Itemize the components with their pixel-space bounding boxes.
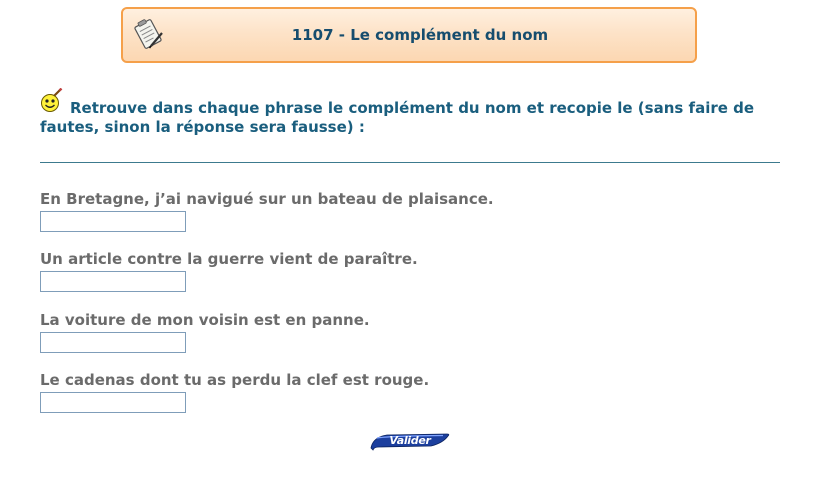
question-4: Le cadenas dont tu as perdu la clef est … xyxy=(40,371,429,413)
question-sentence: Le cadenas dont tu as perdu la clef est … xyxy=(40,371,430,389)
instruction-block: Retrouve dans chaque phrase le complémen… xyxy=(40,88,790,137)
question-3: La voiture de mon voisin est en panne. xyxy=(40,311,370,353)
validate-button[interactable]: Valider xyxy=(369,431,451,451)
instruction-text: Retrouve dans chaque phrase le complémen… xyxy=(40,99,755,136)
page-title: 1107 - Le complément du nom xyxy=(291,26,549,44)
answer-input-4[interactable] xyxy=(40,392,186,413)
question-sentence: En Bretagne, j’ai navigué sur un bateau … xyxy=(40,190,494,208)
question-2: Un article contre la guerre vient de par… xyxy=(40,250,418,292)
validate-label: Valider xyxy=(389,434,431,447)
answer-input-2[interactable] xyxy=(40,271,186,292)
smiley-pencil-icon xyxy=(41,88,63,112)
answer-input-1[interactable] xyxy=(40,211,186,232)
question-sentence: Un article contre la guerre vient de par… xyxy=(40,250,418,268)
exercise-page: 1107 - Le complément du nom Retrouve dan… xyxy=(0,0,819,488)
question-1: En Bretagne, j’ai navigué sur un bateau … xyxy=(40,190,494,232)
title-banner: 1107 - Le complément du nom xyxy=(121,7,697,63)
question-sentence: La voiture de mon voisin est en panne. xyxy=(40,311,370,329)
divider xyxy=(40,162,780,163)
answer-input-3[interactable] xyxy=(40,332,186,353)
